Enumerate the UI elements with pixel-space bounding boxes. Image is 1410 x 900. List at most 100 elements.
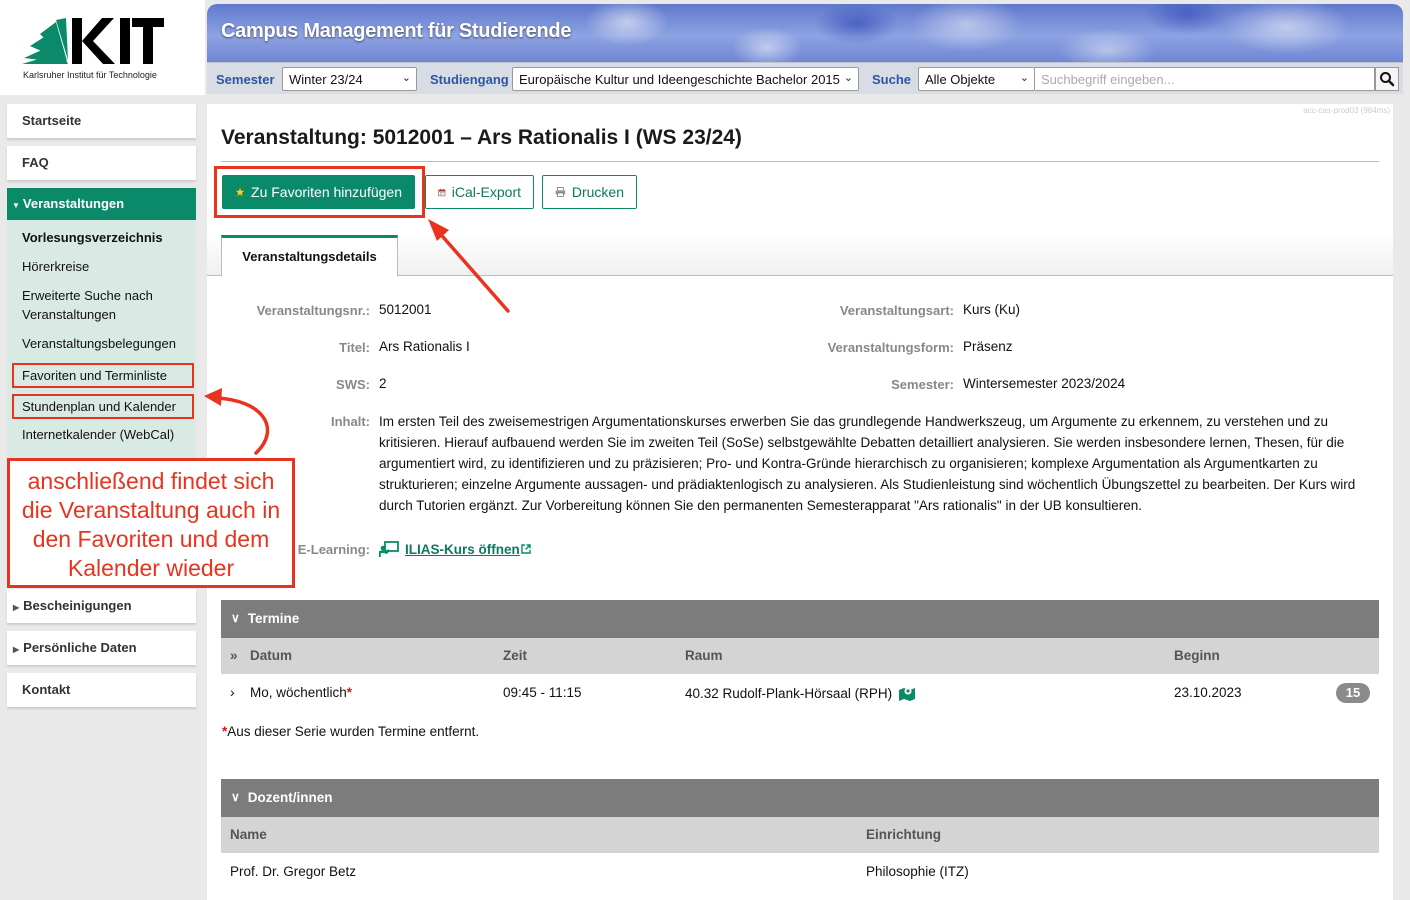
nr-value: 5012001 xyxy=(379,302,432,317)
map-pin-icon[interactable] xyxy=(898,685,916,701)
app-title[interactable]: Campus Management für Studierende xyxy=(221,20,571,43)
kit-tagline: Karlsruher Institut für Technologie xyxy=(23,70,157,80)
sws-value: 2 xyxy=(379,376,387,391)
termin-raum-text[interactable]: 40.32 Rudolf-Plank-Hörsaal (RPH) xyxy=(685,686,892,701)
ical-export-label: iCal-Export xyxy=(451,184,521,200)
sidebar-item-faq[interactable]: FAQ xyxy=(7,146,196,180)
annotation-line: anschließend findet sich xyxy=(27,468,275,494)
dozenten-section-header[interactable]: ∨ Dozent/innen xyxy=(221,779,1379,817)
ical-export-button[interactable]: iCal-Export xyxy=(425,175,534,209)
search-button[interactable] xyxy=(1375,67,1399,91)
submenu-item-vorlesungsverzeichnis[interactable]: Vorlesungsverzeichnis xyxy=(7,228,196,247)
form-value: Präsenz xyxy=(963,339,1013,354)
sidebar: Startseite FAQ ▼ Veranstaltungen Vorlesun… xyxy=(7,104,196,715)
col-name: Name xyxy=(230,827,267,842)
search-input[interactable]: Suchbegriff eingeben... xyxy=(1035,67,1375,91)
annotation-line: den Favoriten und dem xyxy=(32,526,270,552)
studiengang-select-value: Europäische Kultur und Ideengeschichte B… xyxy=(519,72,840,87)
art-value: Kurs (Ku) xyxy=(963,302,1021,317)
external-link-icon xyxy=(521,544,531,554)
chevron-right-icon[interactable]: › xyxy=(230,684,235,700)
col-datum: Datum xyxy=(250,648,293,663)
dozent-name[interactable]: Prof. Dr. Gregor Betz xyxy=(230,864,356,879)
print-label: Drucken xyxy=(571,184,624,200)
submenu-item-favoriten[interactable]: Favoriten und Terminliste xyxy=(12,363,194,388)
header-searchbar: Semester Winter 23/24 ⌄ Studiengang Euro… xyxy=(207,62,1403,94)
semester-detail-value: Wintersemester 2023/2024 xyxy=(963,376,1126,391)
submenu-item-veranstaltungsbelegungen[interactable]: Veranstaltungsbelegungen xyxy=(7,334,196,353)
dozenten-table-header: Name Einrichtung xyxy=(221,817,1379,853)
col-beginn: Beginn xyxy=(1174,648,1220,663)
annotation-highlight-box xyxy=(214,166,425,218)
search-scope-select[interactable]: Alle Objekte ⌄ xyxy=(918,67,1035,91)
sidebar-item-label: Bescheinigungen xyxy=(23,598,132,613)
annotation-callout: anschließend findet sich die Veranstaltu… xyxy=(7,458,295,588)
sidebar-item-label: Veranstaltungen xyxy=(22,196,125,211)
logo-area[interactable]: Karlsruher Institut für Technologie xyxy=(0,0,205,95)
main-content: acc-cas-prod03 (984ms) Veranstaltung: 50… xyxy=(207,104,1393,900)
asterisk-icon: * xyxy=(346,685,353,700)
ilias-link-label: ILIAS-Kurs öffnen xyxy=(405,541,520,557)
col-raum: Raum xyxy=(685,648,723,663)
termin-count-badge: 15 xyxy=(1336,683,1370,703)
search-scope-value: Alle Objekte xyxy=(925,72,996,87)
teacher-board-icon xyxy=(379,541,399,557)
titel-label: Titel: xyxy=(339,340,370,355)
art-label: Veranstaltungsart: xyxy=(839,303,954,318)
submenu-item-hoererkreise[interactable]: Hörerkreise xyxy=(7,257,196,276)
termine-section-header[interactable]: ∨ Termine xyxy=(221,600,1379,638)
sidebar-item-label: Persönliche Daten xyxy=(23,640,137,655)
chevron-down-icon: ⌄ xyxy=(843,72,853,84)
search-icon xyxy=(1380,72,1395,87)
caret-down-icon: ▼ xyxy=(12,201,20,210)
dozent-einrichtung: Philosophie (ITZ) xyxy=(866,864,969,879)
sidebar-item-veranstaltungen[interactable]: ▼ Veranstaltungen xyxy=(7,188,196,220)
semester-select-value: Winter 23/24 xyxy=(289,72,363,87)
expand-all-icon[interactable]: » xyxy=(230,648,238,663)
semester-select[interactable]: Winter 23/24 ⌄ xyxy=(282,67,417,91)
suche-label: Suche xyxy=(872,72,912,87)
submenu-item-webcal[interactable]: Internetkalender (WebCal) xyxy=(7,425,196,444)
termine-table-header: » Datum Zeit Raum Beginn xyxy=(221,638,1379,674)
termin-zeit: 09:45 - 11:15 xyxy=(503,685,582,700)
ilias-course-link[interactable]: ILIAS-Kurs öffnen xyxy=(379,541,531,557)
chevron-down-icon: ∨ xyxy=(231,790,240,804)
caret-right-icon: ▶ xyxy=(13,603,20,612)
submenu-item-erweiterte-suche[interactable]: Erweiterte Suche nach Veranstaltungen xyxy=(7,286,196,324)
chevron-down-icon: ⌄ xyxy=(1019,72,1029,84)
veranstaltungen-submenu: Vorlesungsverzeichnis Hörerkreise Erweit… xyxy=(7,220,196,460)
col-einrichtung: Einrichtung xyxy=(866,827,941,842)
sidebar-item-kontakt[interactable]: Kontakt xyxy=(7,673,196,707)
sidebar-item-startseite[interactable]: Startseite xyxy=(7,104,196,138)
submenu-item-stundenplan[interactable]: Stundenplan und Kalender xyxy=(12,394,194,419)
printer-icon xyxy=(555,187,566,197)
studiengang-label: Studiengang xyxy=(430,72,509,87)
sidebar-item-bescheinigungen[interactable]: ▶ Bescheinigungen xyxy=(7,589,196,623)
calendar-icon xyxy=(438,188,446,196)
col-zeit: Zeit xyxy=(503,648,528,663)
server-tag: acc-cas-prod03 (984ms) xyxy=(1303,106,1390,115)
form-label: Veranstaltungsform: xyxy=(827,340,954,355)
sws-label: SWS: xyxy=(336,377,370,392)
termine-heading: Termine xyxy=(247,611,300,626)
tab-veranstaltungsdetails[interactable]: Veranstaltungsdetails xyxy=(221,235,398,277)
studiengang-select[interactable]: Europäische Kultur und Ideengeschichte B… xyxy=(512,67,859,91)
termin-beginn: 23.10.2023 xyxy=(1174,685,1242,700)
termine-footnote-text: Aus dieser Serie wurden Termine entfernt… xyxy=(227,724,480,739)
semester-detail-label: Semester: xyxy=(891,377,954,392)
caret-right-icon: ▶ xyxy=(13,645,20,654)
chevron-down-icon: ∨ xyxy=(231,611,240,625)
titel-value: Ars Rationalis I xyxy=(379,339,470,354)
inhalt-label: Inhalt: xyxy=(331,414,370,429)
sidebar-item-persoenliche-daten[interactable]: ▶ Persönliche Daten xyxy=(7,631,196,665)
page-title: Veranstaltung: 5012001 – Ars Rationalis … xyxy=(221,126,742,149)
termine-footnote: *Aus dieser Serie wurden Termine entfern… xyxy=(222,724,479,739)
print-button[interactable]: Drucken xyxy=(542,175,637,209)
divider xyxy=(221,161,1379,162)
nr-label: Veranstaltungsnr.: xyxy=(256,303,370,318)
inhalt-value: Im ersten Teil des zweisemestrigen Argum… xyxy=(379,414,1356,513)
chevron-down-icon: ⌄ xyxy=(401,72,411,84)
kit-logo-icon xyxy=(22,18,164,64)
termin-datum: Mo, wöchentlich* xyxy=(250,685,352,700)
header-banner: Campus Management für Studierende xyxy=(207,4,1403,62)
